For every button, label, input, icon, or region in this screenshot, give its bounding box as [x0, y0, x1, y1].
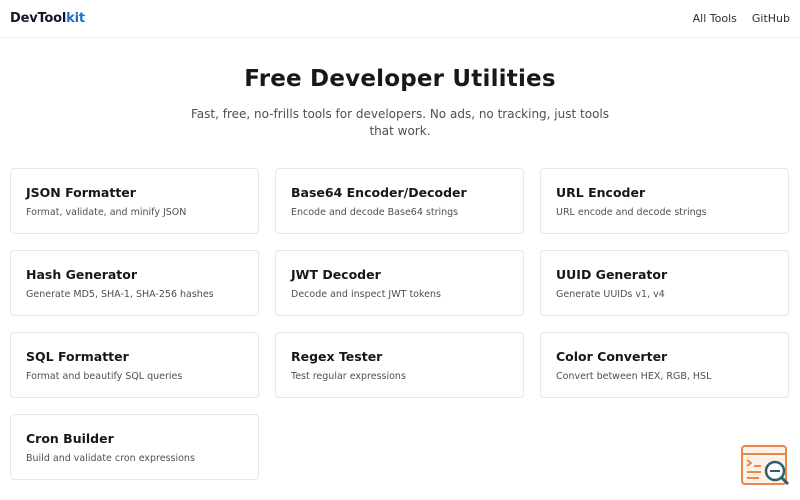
terminal-search-icon-graphic: [741, 445, 790, 486]
tool-card-description: Format and beautify SQL queries: [26, 371, 183, 382]
tool-card-uuid-generator[interactable]: UUID Generator Generate UUIDs v1, v4: [540, 250, 789, 316]
tool-card-color-converter[interactable]: Color Converter Convert between HEX, RGB…: [540, 332, 789, 398]
tool-card-description: Decode and inspect JWT tokens: [291, 289, 441, 300]
tool-card-cron-builder[interactable]: Cron Builder Build and validate cron exp…: [10, 414, 259, 480]
tool-card-title: Base64 Encoder/Decoder: [291, 185, 467, 200]
tool-card-title: URL Encoder: [556, 185, 646, 200]
tool-card-title: JSON Formatter: [26, 185, 136, 200]
tool-card-description: Test regular expressions: [291, 371, 406, 382]
site-header: DevToolkit All Tools GitHub: [0, 0, 800, 38]
tool-card-hash-generator[interactable]: Hash Generator Generate MD5, SHA-1, SHA-…: [10, 250, 259, 316]
tool-card-regex-tester[interactable]: Regex Tester Test regular expressions: [275, 332, 524, 398]
tool-card-jwt-decoder[interactable]: JWT Decoder Decode and inspect JWT token…: [275, 250, 524, 316]
terminal-search-icon[interactable]: [741, 444, 791, 488]
tool-card-title: Regex Tester: [291, 349, 383, 364]
tool-card-description: Encode and decode Base64 strings: [291, 207, 459, 218]
tool-card-base64[interactable]: Base64 Encoder/Decoder Encode and decode…: [275, 168, 524, 234]
tool-card-title: Color Converter: [556, 349, 668, 364]
tool-card-description: Generate MD5, SHA-1, SHA-256 hashes: [26, 289, 214, 300]
page-subtitle: Fast, free, no-frills tools for develope…: [191, 107, 609, 138]
tool-card-description: Generate UUIDs v1, v4: [556, 289, 665, 300]
tool-card-json-formatter[interactable]: JSON Formatter Format, validate, and min…: [10, 168, 259, 234]
tool-card-title: UUID Generator: [556, 267, 668, 282]
logo-accent-text: kit: [66, 11, 85, 26]
site-logo[interactable]: DevToolkit: [10, 11, 85, 26]
page-title: Free Developer Utilities: [244, 66, 556, 92]
tool-card-description: Convert between HEX, RGB, HSL: [556, 371, 712, 382]
tool-card-title: JWT Decoder: [291, 267, 381, 282]
tool-card-title: Cron Builder: [26, 431, 114, 446]
tool-card-url-encoder[interactable]: URL Encoder URL encode and decode string…: [540, 168, 789, 234]
tool-card-title: Hash Generator: [26, 267, 138, 282]
tool-card-description: Build and validate cron expressions: [26, 453, 195, 464]
nav-link-all-tools[interactable]: All Tools: [693, 12, 737, 25]
tools-grid: JSON Formatter Format, validate, and min…: [10, 168, 789, 480]
tool-card-description: URL encode and decode strings: [556, 207, 707, 218]
nav-link-github[interactable]: GitHub: [752, 12, 790, 25]
top-nav: All Tools GitHub: [693, 12, 790, 25]
hero-section: Free Developer Utilities Fast, free, no-…: [0, 38, 800, 140]
logo-main-text: DevTool: [10, 11, 67, 26]
tool-card-sql-formatter[interactable]: SQL Formatter Format and beautify SQL qu…: [10, 332, 259, 398]
tool-card-title: SQL Formatter: [26, 349, 129, 364]
tool-card-description: Format, validate, and minify JSON: [26, 207, 187, 218]
